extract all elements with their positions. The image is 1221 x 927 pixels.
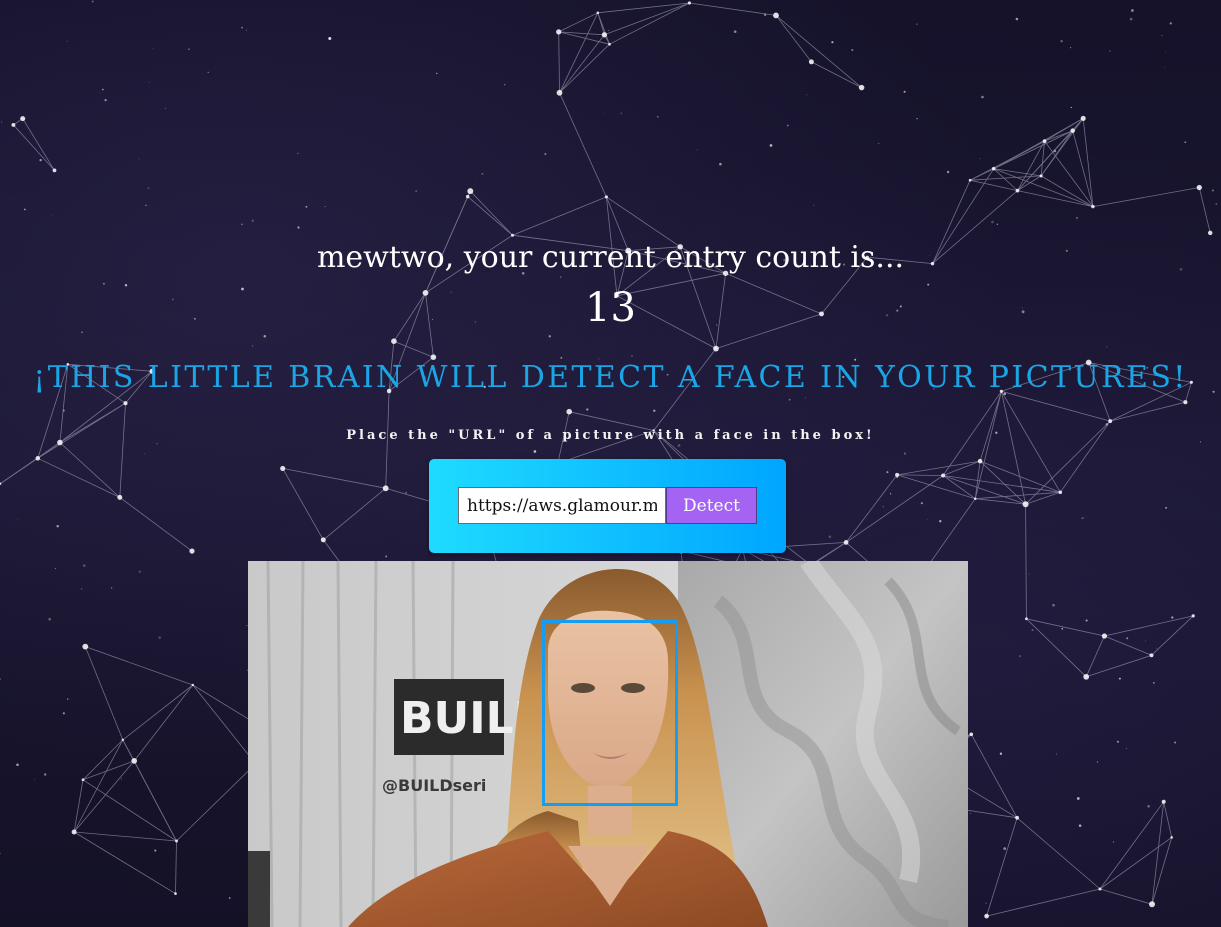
entry-count-greeting: mewtwo, your current entry count is... (316, 240, 905, 275)
entry-count-value: 13 (585, 285, 636, 331)
url-instructions: Place the "URL" of a picture with a face… (346, 428, 875, 443)
image-url-input[interactable] (458, 487, 666, 524)
detect-button[interactable]: Detect (666, 487, 757, 524)
photo-handle-text: @BUILDseri (382, 776, 486, 795)
page-headline: ¡THIS LITTLE BRAIN WILL DETECT A FACE IN… (33, 360, 1188, 395)
face-bounding-box (542, 620, 678, 806)
face-detection-image: BUILD @BUILDseri (248, 561, 968, 927)
image-link-form: Detect (429, 459, 786, 553)
